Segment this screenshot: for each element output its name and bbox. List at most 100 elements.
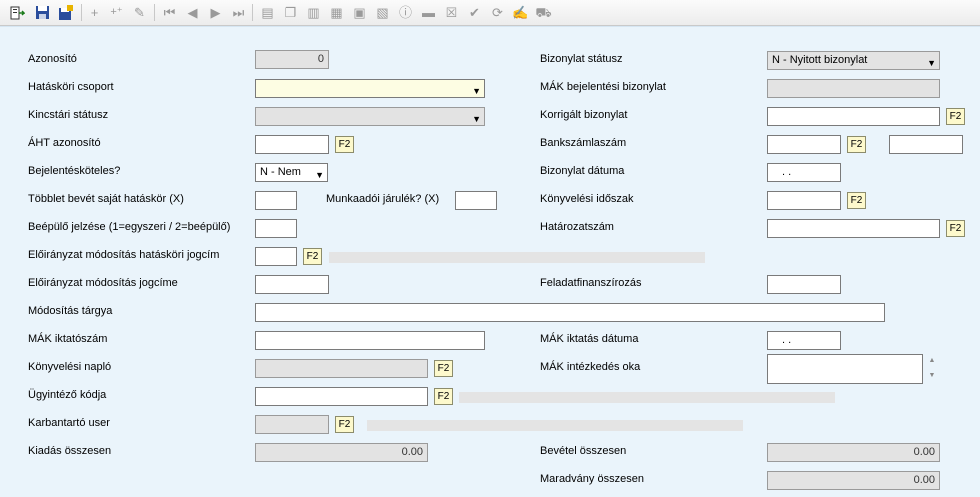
first-record-icon[interactable]: ⏮ xyxy=(161,4,178,21)
ugyintezo-description xyxy=(459,392,835,403)
scroll-down-icon[interactable]: ▼ xyxy=(925,371,939,381)
hataskori-csoport-select[interactable]: ▼ xyxy=(255,79,485,98)
label-bizonylat-datuma: Bizonylat dátuma xyxy=(540,165,625,177)
korrigalt-bizonylat-field[interactable] xyxy=(767,107,940,126)
save-icon[interactable] xyxy=(34,4,51,21)
toolbar: + +⁺ ✎ ⏮ ◀ ▶ ⏭ ▤ ❐ ▥ ▦ ▣ ▧ ⓘ ▬ ☒ ✔ ⟳ ✍ ⛟ xyxy=(0,0,980,26)
label-azonosito: Azonosító xyxy=(28,53,77,65)
bizonylat-datuma-field[interactable]: . . xyxy=(767,163,841,182)
tobblet-bevet-field[interactable] xyxy=(255,191,297,210)
edit-doc-icon[interactable]: ✍ xyxy=(512,4,529,21)
save-all-icon[interactable] xyxy=(57,4,74,21)
kiadas-osszesen-field[interactable]: 0.00 xyxy=(255,443,428,462)
label-korrigalt-bizonylat: Korrigált bizonylat xyxy=(540,109,628,121)
label-mak-intezkedes-oka: MÁK intézkedés oka xyxy=(540,361,641,373)
bankszamlaszam-field[interactable] xyxy=(767,135,841,154)
aht-azonosito-field[interactable] xyxy=(255,135,329,154)
label-tobblet-bevet: Többlet bevét saját hatáskör (X) xyxy=(28,193,184,205)
label-beepulo-jelzese: Beépülő jelzése (1=egyszeri / 2=beépülő) xyxy=(28,221,231,233)
chevron-down-icon[interactable]: ▼ xyxy=(927,55,936,69)
print-icon[interactable]: ▬ xyxy=(420,4,437,21)
info-icon[interactable]: ⓘ xyxy=(397,4,414,21)
bizonylat-statusz-select[interactable]: N - Nyitott bizonylat ▼ xyxy=(767,51,940,70)
label-modositas-targya: Módosítás tárgya xyxy=(28,305,113,317)
folder-icon[interactable]: ▤ xyxy=(259,4,276,21)
label-mak-bejelentesi: MÁK bejelentési bizonylat xyxy=(540,81,666,93)
label-hataskori-csoport: Hatásköri csoport xyxy=(28,81,114,93)
mak-iktatas-datuma-field[interactable]: . . xyxy=(767,331,841,350)
bankszamlaszam-f2-button[interactable]: F2 xyxy=(847,136,866,153)
mak-intezkedes-oka-textarea[interactable] xyxy=(767,354,923,384)
label-kiadas-osszesen: Kiadás összesen xyxy=(28,445,112,457)
bizonylat-statusz-value: N - Nyitott bizonylat xyxy=(772,54,868,66)
karbantarto-user-field[interactable] xyxy=(255,415,329,434)
label-mak-iktatoszam: MÁK iktatószám xyxy=(28,333,108,345)
stamp-icon[interactable]: ▣ xyxy=(351,4,368,21)
label-kincstari-statusz: Kincstári státusz xyxy=(28,109,109,121)
beepulo-jelzese-field[interactable] xyxy=(255,219,297,238)
refresh-icon[interactable]: ⟳ xyxy=(489,4,506,21)
label-aht-azonosito: ÁHT azonosító xyxy=(28,137,101,149)
konyvelesi-naplo-field[interactable] xyxy=(255,359,428,378)
chevron-down-icon[interactable]: ▼ xyxy=(472,111,481,125)
label-ugyintezo-kodja: Ügyintéző kódja xyxy=(28,389,107,401)
label-mak-iktatas-datuma: MÁK iktatás dátuma xyxy=(540,333,639,345)
ugyintezo-kodja-field[interactable] xyxy=(255,387,428,406)
kincstari-statusz-select[interactable]: ▼ xyxy=(255,107,485,126)
munkaadoi-jarulek-field[interactable] xyxy=(455,191,497,210)
eloiranyzat-hataskori-description xyxy=(329,252,705,263)
korrigalt-bizonylat-f2-button[interactable]: F2 xyxy=(946,108,965,125)
chevron-down-icon[interactable]: ▼ xyxy=(472,83,481,97)
mak-bejelentesi-field[interactable] xyxy=(767,79,940,98)
eloiranyzat-hataskori-f2-button[interactable]: F2 xyxy=(303,248,322,265)
chevron-down-icon[interactable]: ▼ xyxy=(315,167,324,181)
label-munkaadoi-jarulek: Munkaadói járulék? (X) xyxy=(326,193,440,205)
copy-icon[interactable]: ❐ xyxy=(282,4,299,21)
import-icon[interactable] xyxy=(8,4,25,21)
label-feladatfinanszirozas: Feladatfinanszírozás xyxy=(540,277,642,289)
bankszamlaszam-extra-field[interactable] xyxy=(889,135,963,154)
eloiranyzat-jogcime-field[interactable] xyxy=(255,275,329,294)
last-record-icon[interactable]: ⏭ xyxy=(230,4,247,21)
ugyintezo-kodja-f2-button[interactable]: F2 xyxy=(434,388,453,405)
previous-record-icon[interactable]: ◀ xyxy=(184,4,201,21)
toolbar-separator xyxy=(81,4,82,21)
paste-icon[interactable]: ▦ xyxy=(328,4,345,21)
azonosito-field[interactable]: 0 xyxy=(255,50,329,69)
next-record-icon[interactable]: ▶ xyxy=(207,4,224,21)
modositas-targya-field[interactable] xyxy=(255,303,885,322)
hatarozatszam-field[interactable] xyxy=(767,219,940,238)
eloiranyzat-hataskori-field[interactable] xyxy=(255,247,297,266)
truck-icon[interactable]: ⛟ xyxy=(535,4,552,21)
bejelentokoteles-select[interactable]: N - Nem ▼ xyxy=(255,163,328,182)
label-maradvany-osszesen: Maradvány összesen xyxy=(540,473,644,485)
add-multiple-icon[interactable]: +⁺ xyxy=(108,4,125,21)
konyvelesi-idoszak-f2-button[interactable]: F2 xyxy=(847,192,866,209)
delete-icon[interactable]: ☒ xyxy=(443,4,460,21)
bejelentokoteles-value: N - Nem xyxy=(260,166,301,178)
maradvany-osszesen-field[interactable]: 0.00 xyxy=(767,471,940,490)
scroll-up-icon[interactable]: ▲ xyxy=(925,356,939,366)
karbantarto-user-f2-button[interactable]: F2 xyxy=(335,416,354,433)
konyvelesi-naplo-f2-button[interactable]: F2 xyxy=(434,360,453,377)
mak-iktatoszam-field[interactable] xyxy=(255,331,485,350)
columns-icon[interactable]: ▥ xyxy=(305,4,322,21)
label-hatarozatszam: Határozatszám xyxy=(540,221,614,233)
label-bevetel-osszesen: Bevétel összesen xyxy=(540,445,627,457)
konyvelesi-idoszak-field[interactable] xyxy=(767,191,841,210)
feladatfinanszirozas-field[interactable] xyxy=(767,275,841,294)
aht-azonosito-f2-button[interactable]: F2 xyxy=(335,136,354,153)
form-panel: Azonosító 0 Hatásköri csoport ▼ Kincstár… xyxy=(0,26,980,497)
edit-icon[interactable]: ✎ xyxy=(131,4,148,21)
label-bankszamlaszam: Bankszámlaszám xyxy=(540,137,627,149)
add-icon[interactable]: + xyxy=(86,4,103,21)
label-eloiranyzat-hataskori: Előirányzat módosítás hatásköri jogcím xyxy=(28,249,220,261)
label-karbantarto-user: Karbantartó user xyxy=(28,417,110,429)
label-eloiranyzat-jogcime: Előirányzat módosítás jogcíme xyxy=(28,277,178,289)
label-bejelentokoteles: Bejelentésköteles? xyxy=(28,165,121,177)
print-preview-icon[interactable]: ▧ xyxy=(374,4,391,21)
approve-icon[interactable]: ✔ xyxy=(466,4,483,21)
hatarozatszam-f2-button[interactable]: F2 xyxy=(946,220,965,237)
bevetel-osszesen-field[interactable]: 0.00 xyxy=(767,443,940,462)
label-konyvelesi-naplo: Könyvelési napló xyxy=(28,361,112,373)
